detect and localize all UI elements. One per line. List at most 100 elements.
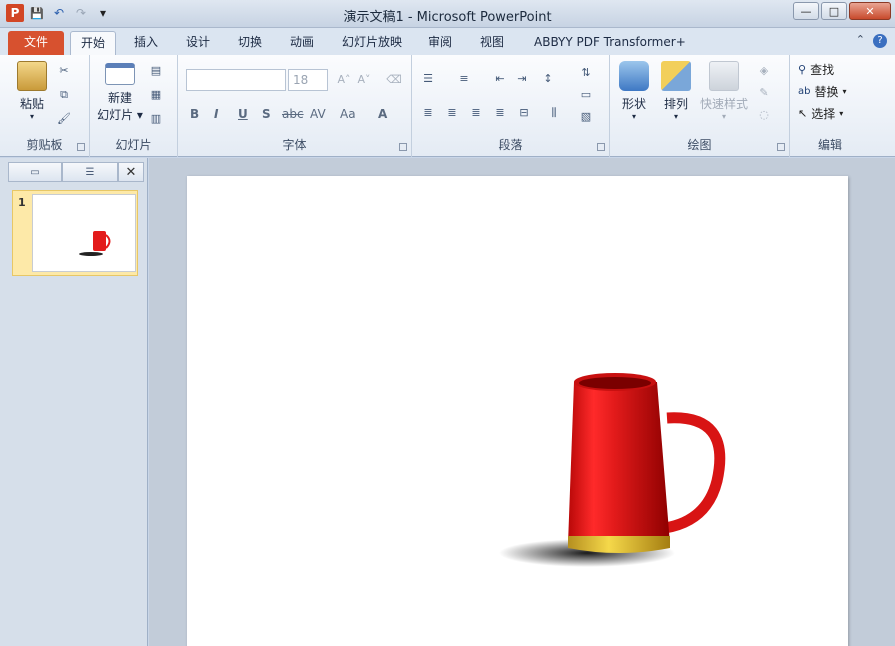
slide-canvas[interactable] <box>187 176 848 646</box>
tab-insert[interactable]: 插入 <box>124 31 168 55</box>
smartart-icon[interactable]: ▧ <box>578 109 594 125</box>
text-direction-icon[interactable]: ⇅ <box>578 65 594 81</box>
drawing-launcher-icon[interactable] <box>777 143 785 151</box>
line-spacing-icon[interactable]: ↕ <box>540 71 556 87</box>
shapes-button[interactable]: 形状 ▾ <box>616 61 652 121</box>
change-case-button[interactable]: Aa <box>340 107 356 121</box>
window-title: 演示文稿1 - Microsoft PowerPoint <box>343 10 552 25</box>
group-editing: ⚲ 查找 ab 替换 ▾ ↖ 选择 ▾ 编辑 <box>790 55 870 157</box>
group-label-paragraph: 段落 <box>498 138 523 152</box>
paragraph-launcher-icon[interactable] <box>597 143 605 151</box>
shape-effects-icon[interactable]: ◌ <box>756 107 772 123</box>
font-size-combo[interactable]: 18 <box>288 69 328 91</box>
arrange-icon <box>661 61 691 91</box>
find-label: 查找 <box>810 63 835 77</box>
paste-icon <box>17 61 47 91</box>
clear-format-icon[interactable]: ⌫ <box>386 72 402 88</box>
slide-number: 1 <box>18 196 26 209</box>
align-right-icon[interactable]: ≣ <box>468 105 484 121</box>
tab-slideshow[interactable]: 幻灯片放映 <box>332 31 412 55</box>
char-spacing-button[interactable]: AV <box>310 107 326 121</box>
cut-icon[interactable]: ✂ <box>56 63 72 79</box>
replace-label: 替换 <box>814 85 839 99</box>
strikethrough-button[interactable]: abc <box>282 107 304 121</box>
help-icon[interactable]: ? <box>873 34 887 48</box>
tab-animations[interactable]: 动画 <box>280 31 324 55</box>
arrange-button[interactable]: 排列 ▾ <box>658 61 694 121</box>
group-slides: 新建 幻灯片 ▾ ▤ ▦ ▥ 幻灯片 <box>90 55 178 157</box>
group-label-editing: 编辑 <box>817 138 842 152</box>
align-center-icon[interactable]: ≣ <box>444 105 460 121</box>
mug-image[interactable] <box>187 176 848 646</box>
slides-tab[interactable]: ▭ <box>8 162 62 182</box>
close-pane-button[interactable]: ✕ <box>118 162 144 182</box>
shrink-font-icon[interactable]: A˅ <box>356 72 372 88</box>
justify-icon[interactable]: ≣ <box>492 105 508 121</box>
replace-button[interactable]: ab 替换 ▾ <box>798 83 847 100</box>
group-label-font: 字体 <box>282 138 307 152</box>
align-left-icon[interactable]: ≣ <box>420 105 436 121</box>
shapes-label: 形状 <box>621 97 646 111</box>
tab-design[interactable]: 设计 <box>176 31 220 55</box>
title-bar: P 💾 ↶ ↷ ▾ 演示文稿1 - Microsoft PowerPoint —… <box>0 0 895 28</box>
paste-button[interactable]: 粘贴 ▾ <box>12 61 52 121</box>
font-name-combo[interactable] <box>186 69 286 91</box>
group-drawing: 形状 ▾ 排列 ▾ 快速样式 ▾ ◈ ✎ ◌ 绘图 <box>610 55 790 157</box>
slide-editor <box>149 158 895 646</box>
copy-icon[interactable]: ⧉ <box>56 87 72 103</box>
numbering-icon[interactable]: ≡ <box>456 71 472 87</box>
reset-icon[interactable]: ▦ <box>148 87 164 103</box>
layout-icon[interactable]: ▤ <box>148 63 164 79</box>
new-slide-icon <box>105 63 135 85</box>
select-label: 选择 <box>811 107 836 121</box>
new-slide-label: 新建 <box>107 91 132 105</box>
new-slide-label-2: 幻灯片 ▾ <box>97 108 143 122</box>
close-button[interactable]: ✕ <box>849 2 891 20</box>
italic-button[interactable]: I <box>214 107 218 121</box>
shapes-icon <box>619 61 649 91</box>
outline-tab[interactable]: ☰ <box>62 162 118 182</box>
group-label-clipboard: 剪贴板 <box>26 138 63 152</box>
select-button[interactable]: ↖ 选择 ▾ <box>798 105 843 122</box>
tab-abbyy[interactable]: ABBYY PDF Transformer+ <box>524 31 696 55</box>
pointer-icon: ↖ <box>798 107 808 120</box>
group-label-drawing: 绘图 <box>687 138 712 152</box>
tab-view[interactable]: 视图 <box>470 31 514 55</box>
tab-review[interactable]: 审阅 <box>418 31 462 55</box>
font-launcher-icon[interactable] <box>399 143 407 151</box>
replace-icon: ab <box>798 86 811 97</box>
find-button[interactable]: ⚲ 查找 <box>798 61 834 78</box>
tab-transitions[interactable]: 切换 <box>228 31 272 55</box>
section-icon[interactable]: ▥ <box>148 111 164 127</box>
paste-label: 粘贴 <box>19 97 44 111</box>
slide-thumbnail[interactable] <box>12 190 138 276</box>
tab-home[interactable]: 开始 <box>70 31 117 55</box>
clipboard-launcher-icon[interactable] <box>77 143 85 151</box>
format-painter-icon[interactable]: 🖌 <box>56 111 72 127</box>
minimize-ribbon-icon[interactable]: ⌃ <box>856 33 865 46</box>
arrange-label: 排列 <box>663 97 688 111</box>
group-paragraph: ☰ ≡ ⇤ ⇥ ↕ ⇅ ▭ ▧ ≣ ≣ ≣ ≣ ⊟ ⫼ 段落 <box>412 55 610 157</box>
shadow-button[interactable]: S <box>262 107 271 121</box>
quick-styles-button[interactable]: 快速样式 ▾ <box>698 61 750 121</box>
group-font: 18 A˄ A˅ ⌫ B I U S abc AV Aa A 字体 <box>178 55 412 157</box>
maximize-button[interactable]: □ <box>821 2 847 20</box>
decrease-indent-icon[interactable]: ⇤ <box>492 71 508 87</box>
tab-file[interactable]: 文件 <box>8 31 64 55</box>
grow-font-icon[interactable]: A˄ <box>336 72 352 88</box>
shape-fill-icon[interactable]: ◈ <box>756 63 772 79</box>
minimize-button[interactable]: — <box>793 2 819 20</box>
distributed-icon[interactable]: ⊟ <box>516 105 532 121</box>
slides-pane: ▭ ☰ ✕ 1 <box>0 158 148 646</box>
binoculars-icon: ⚲ <box>798 63 807 76</box>
align-text-icon[interactable]: ▭ <box>578 87 594 103</box>
new-slide-button[interactable]: 新建 幻灯片 ▾ <box>94 63 146 123</box>
bold-button[interactable]: B <box>190 107 199 121</box>
underline-button[interactable]: U <box>238 107 248 121</box>
font-color-button[interactable]: A <box>378 107 387 121</box>
columns-icon[interactable]: ⫼ <box>546 105 562 121</box>
shape-outline-icon[interactable]: ✎ <box>756 85 772 101</box>
thumbnail-mug-image <box>79 231 111 256</box>
increase-indent-icon[interactable]: ⇥ <box>514 71 530 87</box>
bullets-icon[interactable]: ☰ <box>420 71 436 87</box>
